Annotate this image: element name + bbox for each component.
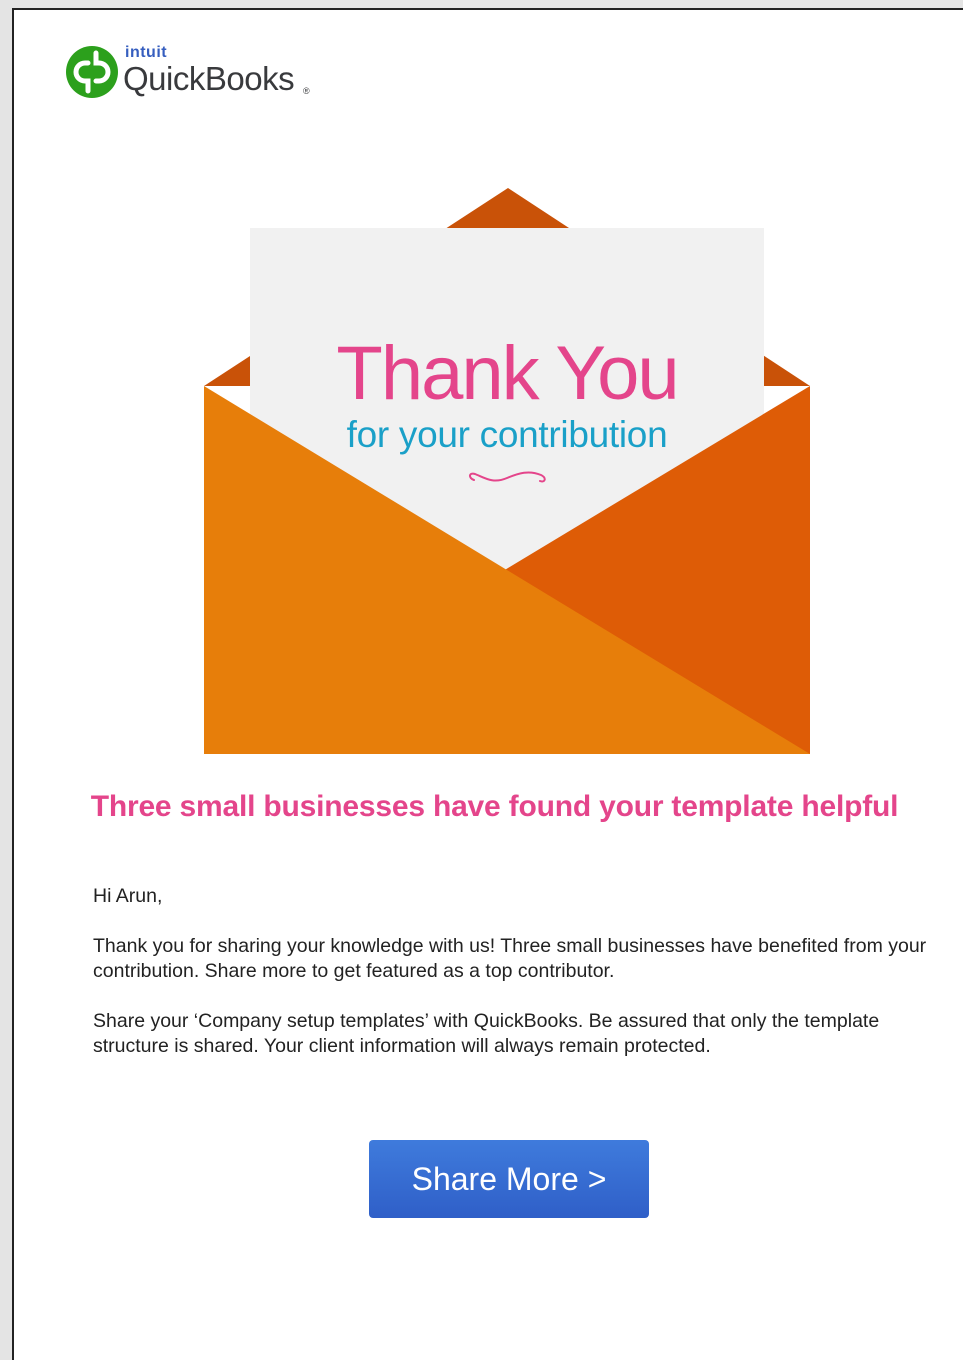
email-frame: intuit QuickBooks ® Thank You for your c… (12, 8, 963, 1360)
body-paragraph-2: Share your ‘Company setup templates’ wit… (93, 1010, 880, 1057)
email-body: Hi Arun, Thank you for sharing your know… (93, 884, 943, 1084)
body-paragraph-1: Thank you for sharing your knowledge wit… (93, 935, 927, 982)
qb-logo-icon (66, 46, 118, 98)
flourish-ornament (469, 471, 546, 483)
contribution-subtitle: for your contribution (346, 414, 668, 455)
greeting: Hi Arun, (93, 885, 163, 907)
share-more-button[interactable]: Share More > (369, 1140, 649, 1218)
trademark-symbol: ® (303, 86, 310, 96)
headline: Three small businesses have found your t… (90, 790, 899, 823)
thank-you-envelope-illustration: Thank You for your contribution (204, 188, 810, 754)
quickbooks-logo[interactable]: intuit QuickBooks ® (66, 44, 326, 106)
quickbooks-wordmark: QuickBooks (123, 60, 295, 97)
thank-you-title: Thank You (336, 331, 679, 416)
